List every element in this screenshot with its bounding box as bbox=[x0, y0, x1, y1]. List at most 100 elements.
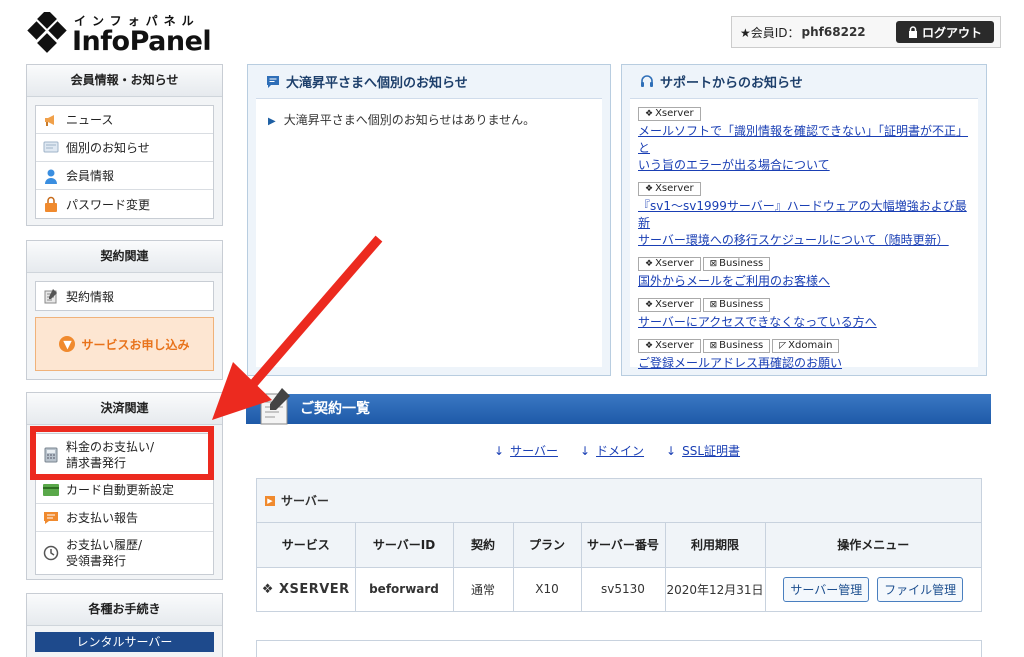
apply-service-label: サービスお申し込み bbox=[81, 337, 190, 352]
tag-xdomain: ◸ Xdomain bbox=[772, 339, 840, 353]
sidebar-contract-section: 契約関連 契約情報 ▼ サービスお申し込み bbox=[26, 240, 223, 380]
sidebar-item-label-line2: 受領書発行 bbox=[66, 554, 127, 568]
tag-label: Business bbox=[719, 340, 764, 351]
personal-notice-body: ▶ 大滝昇平さまへ個別のお知らせはありません。 bbox=[256, 99, 602, 367]
sidebar-item-contract-info[interactable]: 契約情報 bbox=[36, 282, 213, 310]
support-link-line: いう旨のエラーが出る場合について bbox=[638, 158, 830, 172]
table-header-row: サービス サーバーID 契約 プラン サーバー番号 利用期限 操作メニュー bbox=[257, 523, 981, 568]
sidebar-item-member-info[interactable]: 会員情報 bbox=[36, 162, 213, 190]
sidebar-item-label: ニュース bbox=[66, 113, 114, 127]
server-manage-button[interactable]: サーバー管理 bbox=[783, 576, 870, 602]
user-icon bbox=[42, 167, 60, 185]
column-header: サーバーID bbox=[355, 523, 454, 568]
logout-button[interactable]: ログアウト bbox=[896, 21, 994, 43]
server-id-cell: beforward bbox=[355, 567, 454, 611]
logout-label: ログアウト bbox=[921, 25, 982, 40]
logo-diamonds-icon bbox=[27, 12, 67, 53]
lock-icon bbox=[42, 195, 60, 213]
sidebar-item-payment-report[interactable]: お支払い報告 bbox=[36, 504, 213, 532]
business-icon: ⊠ bbox=[709, 259, 718, 269]
infopanel-logo[interactable]: インフォパネル InfoPanel bbox=[26, 10, 226, 58]
support-notice-title: サポートからのお知らせ bbox=[660, 76, 803, 91]
contract-type-cell: 通常 bbox=[453, 567, 514, 611]
orange-square-icon: ▶ bbox=[265, 495, 275, 506]
sidebar-payment-title: 決済関連 bbox=[27, 393, 222, 425]
apply-service-button[interactable]: ▼ サービスお申し込み bbox=[35, 317, 214, 371]
support-link[interactable]: ご登録メールアドレス再確認のお願い bbox=[638, 355, 978, 372]
personal-notice-title: 大滝昇平さまへ個別のお知らせ bbox=[286, 76, 468, 91]
anchor-server[interactable]: ↓ サーバー bbox=[494, 442, 558, 459]
anchor-link[interactable]: SSL証明書 bbox=[682, 444, 740, 458]
anchor-link[interactable]: サーバー bbox=[510, 444, 558, 458]
support-link[interactable]: 国外からメールをご利用のお客様へ bbox=[638, 273, 978, 290]
support-link-line: サーバーにアクセスできなくなっている方へ bbox=[638, 315, 877, 329]
card-icon bbox=[42, 481, 60, 499]
anchor-ssl[interactable]: ↓ SSL証明書 bbox=[666, 442, 740, 459]
tag-business: ⊠ Business bbox=[702, 257, 771, 271]
sidebar-item-password[interactable]: パスワード変更 bbox=[36, 190, 213, 218]
server-number-cell: sv5130 bbox=[581, 567, 666, 611]
tag-xserver: ❖ Xserver bbox=[638, 298, 701, 312]
arrow-down-icon: ↓ bbox=[494, 444, 505, 458]
personal-notice-message: ▶ 大滝昇平さまへ個別のお知らせはありません。 bbox=[268, 111, 535, 128]
highlight-rectangle bbox=[30, 426, 214, 480]
sidebar-item-label: 会員情報 bbox=[66, 169, 115, 183]
business-icon: ⊠ bbox=[709, 341, 718, 351]
xserver-icon: ❖ bbox=[645, 341, 654, 351]
member-id: phf68222 bbox=[801, 25, 866, 39]
sidebar-item-label-group: お支払い履歴/受領書発行 bbox=[66, 537, 142, 569]
support-notice-header: サポートからのお知らせ bbox=[630, 65, 978, 99]
support-link[interactable]: 『sv1～sv1999サーバー』ハードウェアの大幅増強および最新 サーバー環境への… bbox=[638, 198, 978, 249]
support-link-line: メールソフトで「識別情報を確認できない」「証明書が不正」と bbox=[638, 124, 969, 155]
tag-label: Business bbox=[719, 299, 764, 310]
tag-label: Xserver bbox=[655, 108, 694, 119]
sidebar-contract-list: 契約情報 bbox=[35, 281, 214, 311]
sidebar-item-rental-server[interactable]: レンタルサーバー bbox=[35, 632, 214, 652]
xserver-icon: ❖ bbox=[645, 109, 654, 119]
support-link[interactable]: メールソフトで「識別情報を確認できない」「証明書が不正」という旨のエラーが出る場… bbox=[638, 123, 978, 174]
column-header: 利用期限 bbox=[665, 523, 766, 568]
sidebar-item-personal-notice[interactable]: 個別のお知らせ bbox=[36, 134, 213, 162]
logo-text: InfoPanel bbox=[72, 26, 212, 57]
xserver-icon: ❖ bbox=[645, 259, 654, 269]
tag-label: Xserver bbox=[655, 183, 694, 194]
sidebar-item-label: 契約情報 bbox=[66, 289, 115, 304]
server-section-header: ▶ サーバー bbox=[257, 479, 981, 523]
tag-label: Xserver bbox=[655, 299, 694, 310]
operations-cell: サーバー管理 ファイル管理 bbox=[765, 567, 981, 611]
column-header: サービス bbox=[257, 523, 356, 568]
tag-label: Business bbox=[719, 258, 764, 269]
support-item: ❖ Xserver ⊠ Business 国外からメールをご利用のお客様へ bbox=[638, 257, 978, 290]
member-id-label: ★会員ID： bbox=[740, 25, 800, 40]
support-link[interactable]: サーバーにアクセスできなくなっている方へ bbox=[638, 314, 978, 331]
tag-business: ⊠ Business bbox=[702, 298, 771, 312]
anchor-link[interactable]: ドメイン bbox=[596, 444, 644, 458]
personal-notice-panel: 大滝昇平さまへ個別のお知らせ ▶ 大滝昇平さまへ個別のお知らせはありません。 bbox=[247, 64, 611, 376]
service-cell: ❖ XSERVER bbox=[257, 567, 356, 611]
support-notice-body: ❖ Xserver メールソフトで「識別情報を確認できない」「証明書が不正」と いう… bbox=[630, 99, 978, 370]
file-manage-button[interactable]: ファイル管理 bbox=[877, 576, 964, 602]
sidebar-item-payment-history[interactable]: お支払い履歴/受領書発行 bbox=[36, 532, 213, 574]
document-icon bbox=[42, 287, 60, 305]
arrow-down-circle-icon: ▼ bbox=[59, 336, 76, 352]
sidebar-item-card-renewal[interactable]: カード自動更新設定 bbox=[36, 476, 213, 504]
sidebar-item-label: 個別のお知らせ bbox=[66, 141, 150, 155]
xdomain-icon: ◸ bbox=[779, 341, 787, 351]
support-notice-panel: サポートからのお知らせ ❖ Xserver メールソフトで「識別情報を確認できない… bbox=[621, 64, 987, 376]
sidebar-member-list: ニュース 個別のお知らせ 会員情報 パスワード変更 bbox=[35, 105, 214, 219]
support-link-line: 『sv1～sv1999サーバー』ハードウェアの大幅増強および最新 bbox=[638, 199, 967, 230]
tag-label: Xserver bbox=[655, 258, 694, 269]
support-item: ❖ Xserver 『sv1～sv1999サーバー』ハードウェアの大幅増強および最… bbox=[638, 182, 978, 249]
sidebar-payment-section: 決済関連 料金のお支払い/請求書発行 カード自動更新設定 お支払い報告 お支払い… bbox=[26, 392, 223, 580]
table-row: ❖ XSERVER beforward 通常 X10 sv5130 2020年1… bbox=[257, 567, 981, 611]
message-icon bbox=[267, 75, 279, 88]
contract-anchor-links: ↓ サーバー ↓ ドメイン ↓ SSL証明書 bbox=[494, 442, 740, 459]
headset-icon bbox=[641, 74, 653, 87]
tag-xserver: ❖ Xserver bbox=[638, 182, 701, 196]
support-item: ❖ Xserver ⊠ Business サーバーにアクセスできなくなっている方へ bbox=[638, 298, 978, 331]
sidebar-item-news[interactable]: ニュース bbox=[36, 106, 213, 134]
contract-list-header: ご契約一覧 bbox=[246, 394, 991, 424]
sidebar-item-label: パスワード変更 bbox=[66, 197, 151, 212]
anchor-domain[interactable]: ↓ ドメイン bbox=[580, 442, 644, 459]
arrow-down-icon: ↓ bbox=[666, 444, 677, 458]
